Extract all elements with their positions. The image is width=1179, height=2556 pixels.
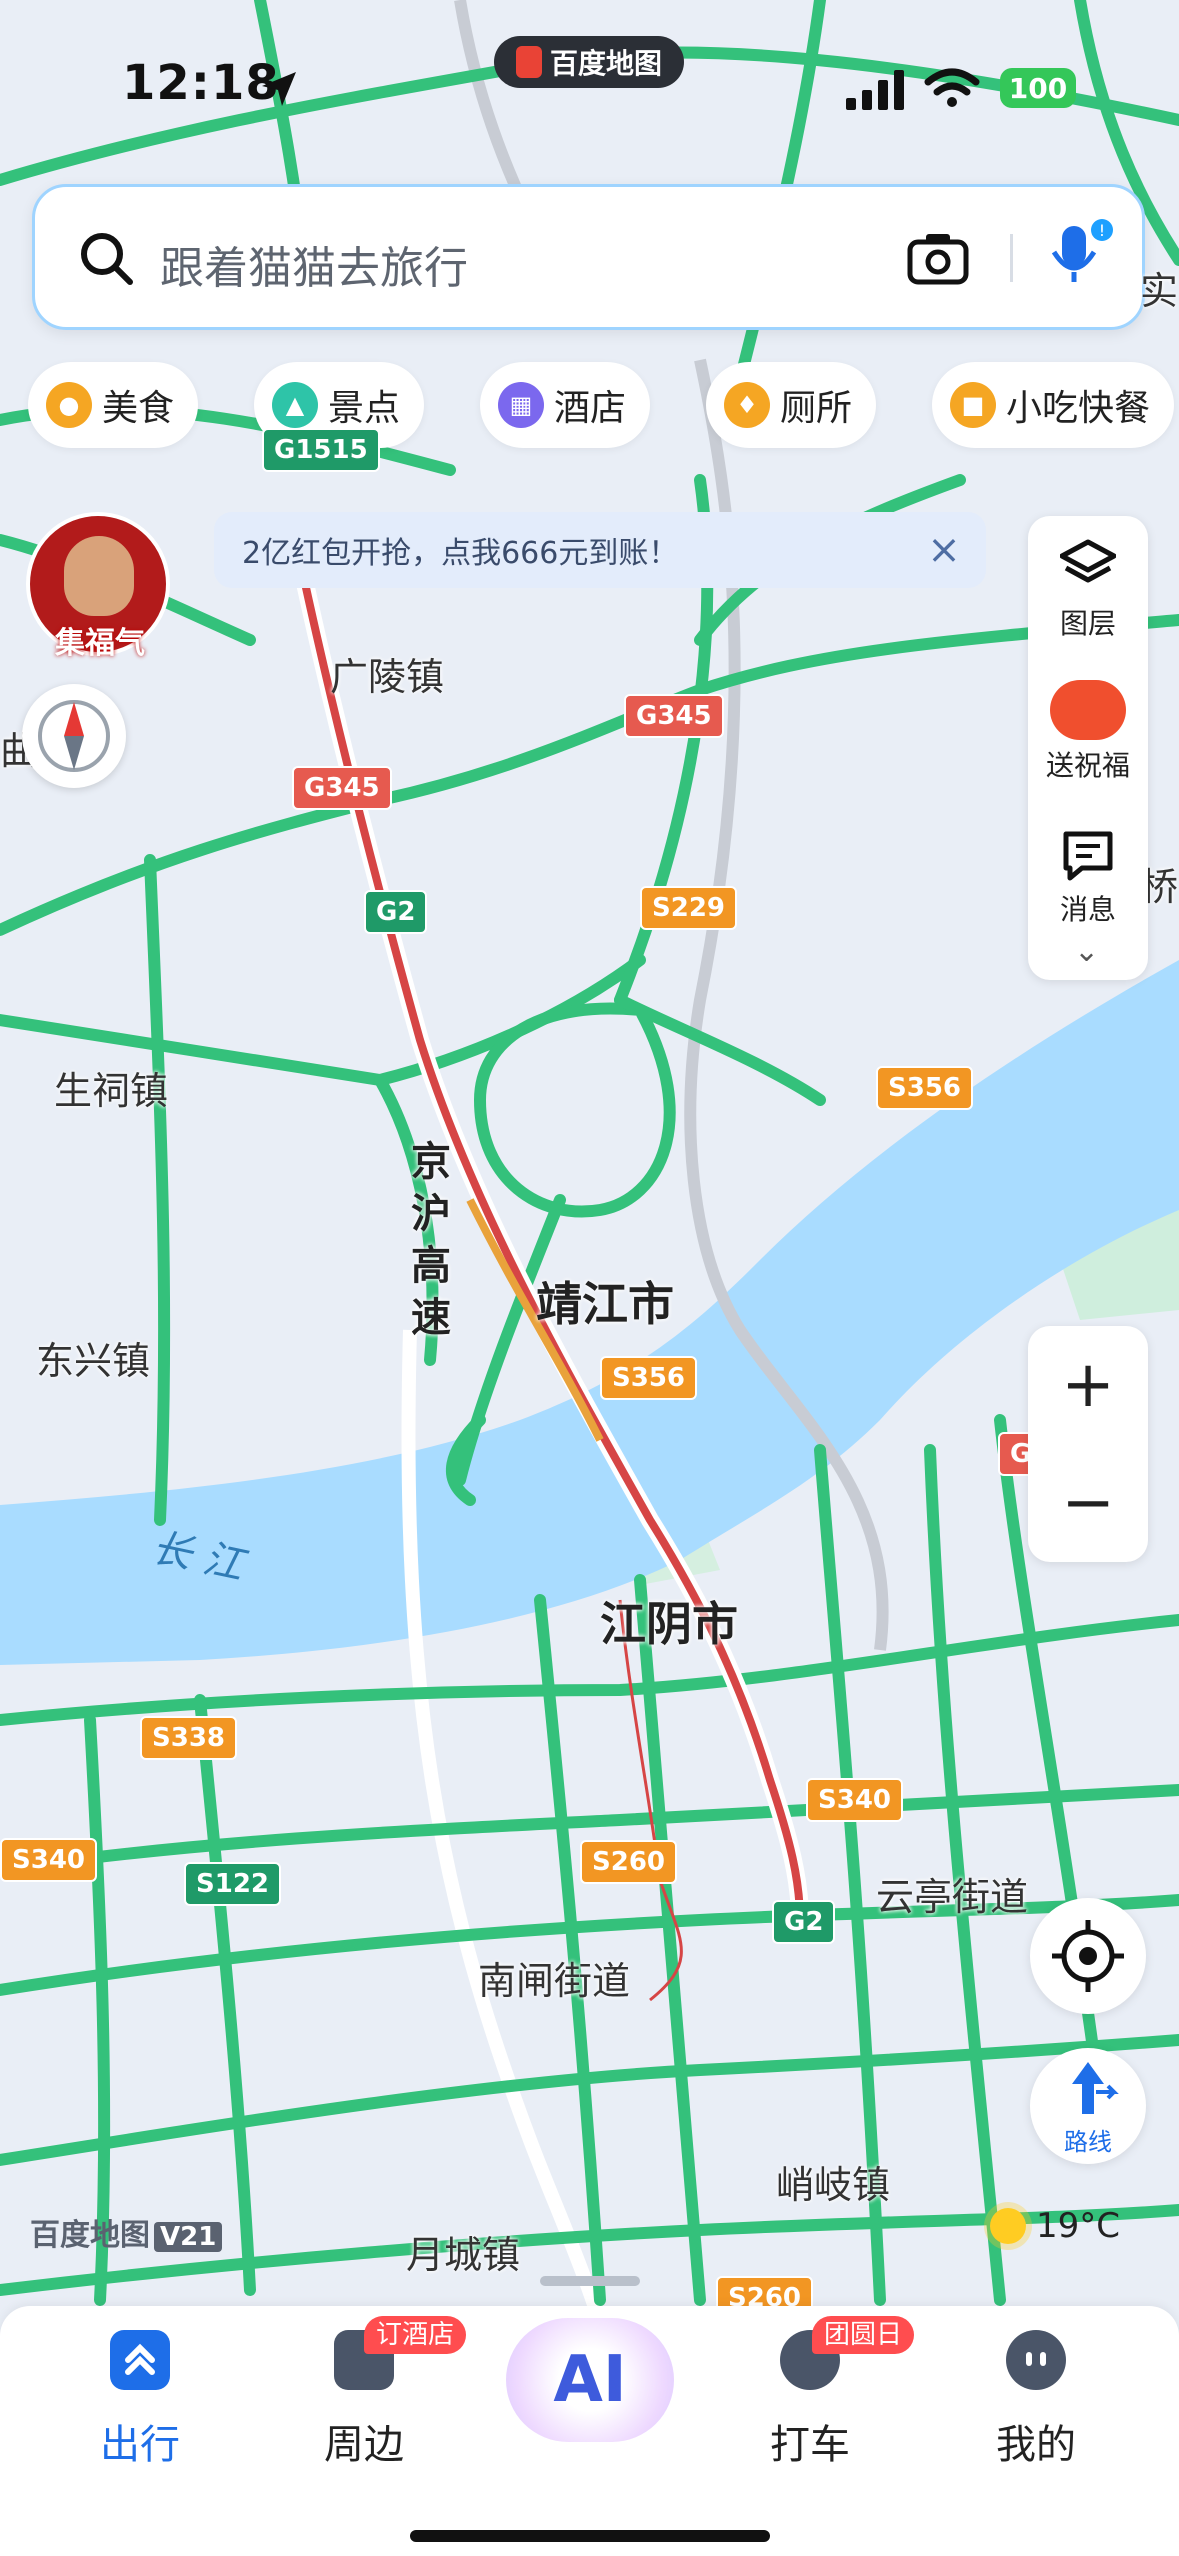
search-icon — [81, 233, 133, 285]
route-label[interactable]: 路线 — [1030, 2122, 1146, 2157]
app-back-pill[interactable]: 百度地图 — [494, 36, 684, 88]
category-hotel[interactable]: ▦ 酒店 — [480, 362, 651, 448]
layers-icon[interactable] — [1060, 536, 1116, 592]
category-label: 酒店 — [554, 388, 627, 429]
wifi-icon — [924, 68, 980, 107]
road-shield: G345 — [292, 766, 392, 810]
svg-text:!: ! — [1099, 221, 1105, 240]
taxi-badge: 团圆日 — [812, 2316, 915, 2354]
zoom-control: + − — [1028, 1326, 1148, 1562]
expressway-char: 速 — [411, 1295, 451, 1341]
road-shield: G1515 — [262, 428, 380, 472]
weather-widget[interactable]: 19°C — [990, 2206, 1120, 2246]
baidu-map-logo-icon — [515, 46, 542, 78]
expressway-char: 京 — [411, 1139, 451, 1185]
app-pill-label: 百度地图 — [549, 47, 662, 80]
watermark-brand: 百度地图 — [30, 2218, 150, 2253]
category-snack[interactable]: ■ 小吃快餐 — [932, 362, 1175, 448]
promo-banner-text: 2亿红包开抢，点我666元到账！ — [242, 536, 679, 571]
zoom-out-button[interactable]: − — [1028, 1444, 1148, 1562]
microphone-icon[interactable]: ! — [1044, 218, 1116, 290]
food-icon: ● — [46, 382, 92, 428]
travel-icon — [110, 2330, 170, 2390]
watermark-version: V21 — [154, 2222, 223, 2252]
sheet-handle[interactable] — [540, 2276, 640, 2286]
scenic-icon: ▲ — [272, 382, 318, 428]
road-shield: S356 — [876, 1066, 973, 1110]
category-label: 厕所 — [780, 388, 853, 429]
compass-needle-icon — [38, 700, 110, 772]
signal-icon — [846, 70, 904, 110]
weather-temp: 19°C — [1036, 2206, 1121, 2246]
tab-profile[interactable]: 我的 — [946, 2320, 1126, 2480]
blessing-label[interactable]: 送祝福 — [1028, 744, 1148, 784]
city-label: 靖江市 — [536, 1277, 674, 1331]
road-shield: S229 — [640, 886, 737, 930]
place-label: 生祠镇 — [54, 1069, 169, 1113]
category-label: 小吃快餐 — [1006, 388, 1151, 429]
tab-label: 我的 — [996, 2422, 1076, 2468]
tab-label: 出行 — [100, 2422, 180, 2468]
locate-button[interactable] — [1030, 1898, 1146, 2014]
route-arrow-icon — [1072, 2062, 1119, 2114]
snack-icon: ■ — [950, 382, 996, 428]
compass-icon[interactable] — [22, 684, 126, 788]
road-shield: G345 — [624, 694, 724, 738]
road-shield: S340 — [0, 1838, 97, 1882]
chevron-down-icon[interactable]: ⌄ — [1074, 934, 1099, 969]
locate-icon — [1052, 1920, 1124, 1992]
messages-label[interactable]: 消息 — [1028, 888, 1148, 928]
place-label: 东兴镇 — [36, 1339, 151, 1383]
map-watermark: 百度地图 V21 — [30, 2210, 223, 2254]
tab-label: 打车 — [770, 2422, 850, 2468]
place-label: 峭岐镇 — [776, 2163, 891, 2207]
ai-button[interactable]: AI — [506, 2318, 674, 2442]
message-icon[interactable] — [1060, 828, 1116, 884]
tab-label: 周边 — [324, 2422, 404, 2468]
avatar-label: 集福气 — [55, 626, 145, 661]
road-shield: S356 — [600, 1356, 697, 1400]
battery-indicator: 100 — [1000, 68, 1076, 108]
blessing-icon[interactable] — [1050, 680, 1126, 740]
profile-icon — [1006, 2330, 1066, 2390]
zoom-in-button[interactable]: + — [1028, 1326, 1148, 1444]
category-label: 景点 — [328, 388, 401, 429]
avatar-face — [64, 536, 134, 616]
search-divider — [1010, 234, 1013, 282]
road-shield: S338 — [140, 1716, 237, 1760]
road-shield: S340 — [806, 1778, 903, 1822]
place-label: 云亭街道 — [876, 1875, 1029, 1919]
category-label: 美食 — [102, 388, 175, 429]
hotel-icon: ▦ — [498, 382, 544, 428]
road-shield: G2 — [772, 1900, 836, 1944]
place-label: 广陵镇 — [330, 655, 445, 699]
sun-icon — [990, 2208, 1026, 2244]
category-toilet[interactable]: ♦ 厕所 — [706, 362, 877, 448]
camera-icon[interactable] — [906, 230, 970, 286]
close-icon[interactable]: × — [916, 522, 972, 578]
expressway-char: 沪 — [411, 1191, 451, 1237]
tab-travel[interactable]: 出行 — [50, 2320, 230, 2480]
road-shield: S260 — [580, 1840, 677, 1884]
home-indicator[interactable] — [410, 2530, 770, 2542]
place-label: 南闸街道 — [478, 1959, 631, 2003]
nearby-badge: 订酒店 — [364, 2316, 467, 2354]
ai-label: AI — [553, 2343, 627, 2417]
layers-label[interactable]: 图层 — [1028, 602, 1148, 642]
promo-banner[interactable]: 2亿红包开抢，点我666元到账！ — [214, 512, 986, 588]
expressway-label: 京 沪 高 速 — [408, 1136, 454, 1344]
road-shield: S122 — [184, 1862, 281, 1906]
search-input[interactable]: 跟着猫猫去旅行 — [160, 232, 468, 296]
place-label-partial: 实 — [1140, 269, 1179, 313]
location-arrow-icon — [262, 72, 296, 106]
city-label: 江阴市 — [600, 1597, 738, 1651]
expressway-char: 高 — [411, 1243, 451, 1289]
category-food[interactable]: ● 美食 — [28, 362, 199, 448]
road-shield: G2 — [364, 890, 428, 934]
place-label: 月城镇 — [406, 2233, 521, 2277]
toilet-icon: ♦ — [724, 382, 770, 428]
